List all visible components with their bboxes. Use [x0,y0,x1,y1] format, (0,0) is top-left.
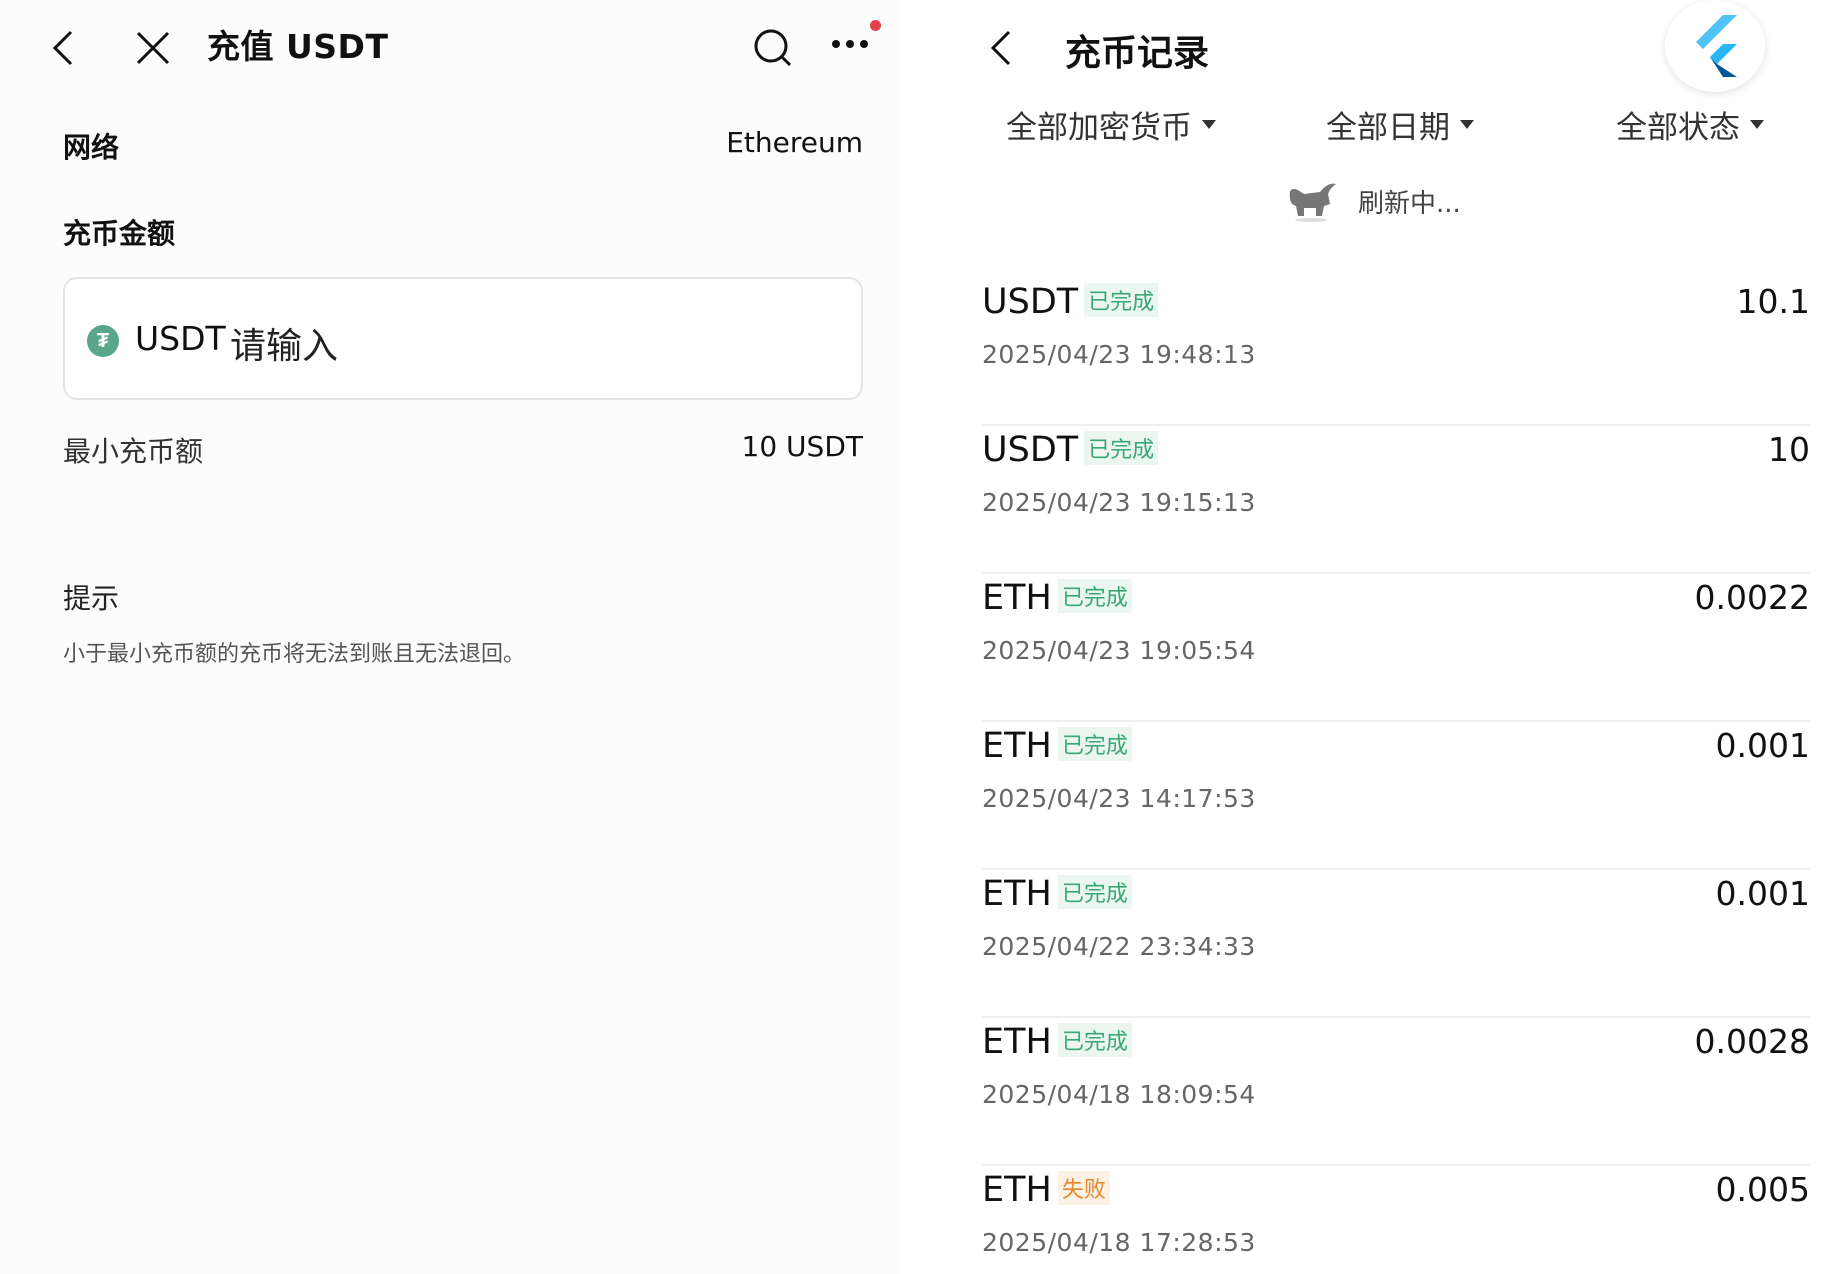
page-title: 充币记录 [1065,33,1210,74]
status-badge: 已完成 [1057,875,1132,909]
caret-down-icon [1750,120,1764,129]
record-row[interactable]: ETH 已完成 2025/04/23 19:05:54 0.0022 [982,574,1810,722]
record-coin-name: ETH [982,578,1052,618]
record-row[interactable]: ETH 失败 2025/04/18 17:28:53 0.005 [982,1166,1810,1274]
usdt-coin-icon: ₮ [87,325,119,357]
record-coin: ETH 已完成 [982,726,1132,766]
record-coin: ETH 失败 [982,1170,1110,1210]
page-title: 充值 USDT [207,27,389,66]
tip-title: 提示 [63,582,120,615]
records-list: USDT 已完成 2025/04/23 19:48:13 10.1 USDT 已完成 202… [982,278,1810,1274]
notification-dot [870,20,881,31]
filter-status[interactable]: 全部状态 [1616,102,1764,147]
amount-input[interactable]: ₮ USDT 请输入 [63,277,863,400]
caret-down-icon [1202,120,1216,129]
record-time: 2025/04/23 19:05:54 [982,636,1256,665]
filter-currency[interactable]: 全部加密货币 [1006,102,1216,147]
record-time: 2025/04/18 17:28:53 [982,1228,1256,1257]
record-coin-name: ETH [982,1170,1052,1210]
record-coin-name: ETH [982,1022,1052,1062]
amount-placeholder: 请输入 [230,326,339,367]
amount-coin: USDT [135,319,226,358]
status-badge: 已完成 [1057,727,1132,761]
refresh-indicator: 刷新中... [1284,176,1461,226]
refresh-text: 刷新中... [1358,188,1461,219]
records-panel: 充币记录 全部加密货币 全部日期 全部状态 刷新中... USDT 已完成 2025… [930,0,1846,1274]
record-coin: USDT 已完成 [982,430,1159,470]
close-icon[interactable] [133,28,173,68]
record-amount: 0.001 [1715,874,1810,913]
network-label: 网络 [63,131,120,164]
bull-loading-icon [1284,176,1338,226]
record-time: 2025/04/23 19:48:13 [982,340,1256,369]
record-row[interactable]: ETH 已完成 2025/04/18 18:09:54 0.0028 [982,1018,1810,1166]
deposit-panel: 充值 USDT 网络 Ethereum 充币金额 ₮ USDT 请输入 最小充币… [0,0,900,1274]
record-coin-name: ETH [982,726,1052,766]
more-icon[interactable] [830,34,870,54]
record-coin-name: USDT [982,430,1079,470]
record-time: 2025/04/23 14:17:53 [982,784,1256,813]
status-badge: 已完成 [1084,283,1159,317]
record-time: 2025/04/23 19:15:13 [982,488,1256,517]
status-badge: 已完成 [1057,1023,1132,1057]
filter-currency-label: 全部加密货币 [1006,110,1192,146]
record-coin: ETH 已完成 [982,578,1132,618]
record-amount: 10 [1768,430,1810,469]
record-coin: ETH 已完成 [982,1022,1132,1062]
filter-date-label: 全部日期 [1326,110,1450,146]
flutter-logo-icon [1665,0,1765,92]
record-coin: USDT 已完成 [982,282,1159,322]
min-deposit-label: 最小充币额 [63,435,204,468]
record-row[interactable]: ETH 已完成 2025/04/23 14:17:53 0.001 [982,722,1810,870]
record-row[interactable]: USDT 已完成 2025/04/23 19:15:13 10 [982,426,1810,574]
record-amount: 0.001 [1715,726,1810,765]
status-badge: 已完成 [1057,579,1132,613]
record-row[interactable]: USDT 已完成 2025/04/23 19:48:13 10.1 [982,278,1810,426]
network-value[interactable]: Ethereum [700,126,863,159]
status-badge: 已完成 [1084,431,1159,465]
back-icon[interactable] [986,28,1016,68]
record-time: 2025/04/22 23:34:33 [982,932,1256,961]
record-time: 2025/04/18 18:09:54 [982,1080,1256,1109]
search-icon[interactable] [751,26,795,70]
record-amount: 0.0022 [1694,578,1810,617]
filter-date[interactable]: 全部日期 [1326,102,1474,147]
record-coin-name: ETH [982,874,1052,914]
record-amount: 0.005 [1715,1170,1810,1209]
record-amount: 0.0028 [1694,1022,1810,1061]
caret-down-icon [1460,120,1474,129]
back-icon[interactable] [48,28,78,68]
amount-label: 充币金额 [63,217,176,250]
record-row[interactable]: ETH 已完成 2025/04/22 23:34:33 0.001 [982,870,1810,1018]
record-coin: ETH 已完成 [982,874,1132,914]
record-amount: 10.1 [1736,282,1810,321]
record-coin-name: USDT [982,282,1079,322]
status-badge: 失败 [1057,1171,1110,1205]
min-deposit-value: 10 USDT [741,430,863,463]
filter-status-label: 全部状态 [1616,110,1740,146]
tip-text: 小于最小充币额的充币将无法到账且无法退回。 [63,642,526,667]
